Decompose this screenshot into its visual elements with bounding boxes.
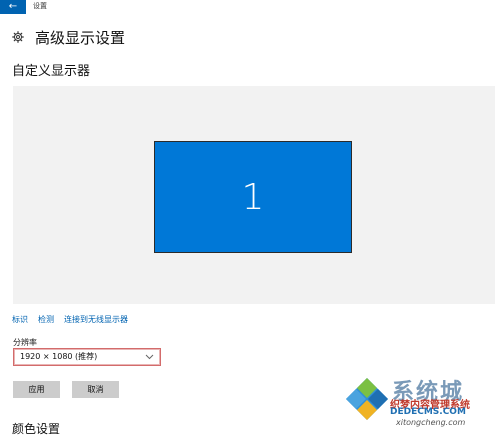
connect-wireless-link[interactable]: 连接到无线显示器 bbox=[64, 314, 128, 325]
page-title: 高级显示设置 bbox=[35, 28, 126, 47]
watermark: 系统城 织梦内容管理系统 DEDECMS.COM xitongcheng.com bbox=[344, 372, 496, 430]
app-title: 设置 bbox=[33, 2, 47, 10]
watermark-line-2: DEDECMS.COM bbox=[390, 407, 466, 417]
display-links: 标识 检测 连接到无线显示器 bbox=[12, 314, 128, 325]
gear-icon bbox=[12, 31, 24, 43]
resolution-label: 分辨率 bbox=[13, 338, 37, 347]
resolution-value: 1920 × 1080 (推荐) bbox=[20, 352, 98, 361]
monitor-number: 1 bbox=[241, 176, 265, 218]
title-bar: ← 设置 bbox=[0, 0, 500, 14]
chevron-down-icon bbox=[145, 354, 154, 360]
identify-link[interactable]: 标识 bbox=[12, 314, 28, 325]
watermark-logo-icon bbox=[346, 378, 388, 420]
color-settings-heading: 颜色设置 bbox=[12, 422, 61, 436]
apply-button[interactable]: 应用 bbox=[13, 381, 60, 398]
detect-link[interactable]: 检测 bbox=[38, 314, 54, 325]
resolution-dropdown[interactable]: 1920 × 1080 (推荐) bbox=[13, 348, 161, 366]
cancel-button[interactable]: 取消 bbox=[72, 381, 119, 398]
watermark-line-3: xitongcheng.com bbox=[396, 418, 466, 427]
back-button[interactable]: ← bbox=[0, 0, 26, 14]
display-arrangement-area[interactable]: 1 bbox=[13, 86, 495, 304]
customize-display-heading: 自定义显示器 bbox=[12, 64, 91, 79]
page-header: 高级显示设置 bbox=[12, 26, 125, 48]
monitor-tile[interactable]: 1 bbox=[154, 141, 352, 253]
